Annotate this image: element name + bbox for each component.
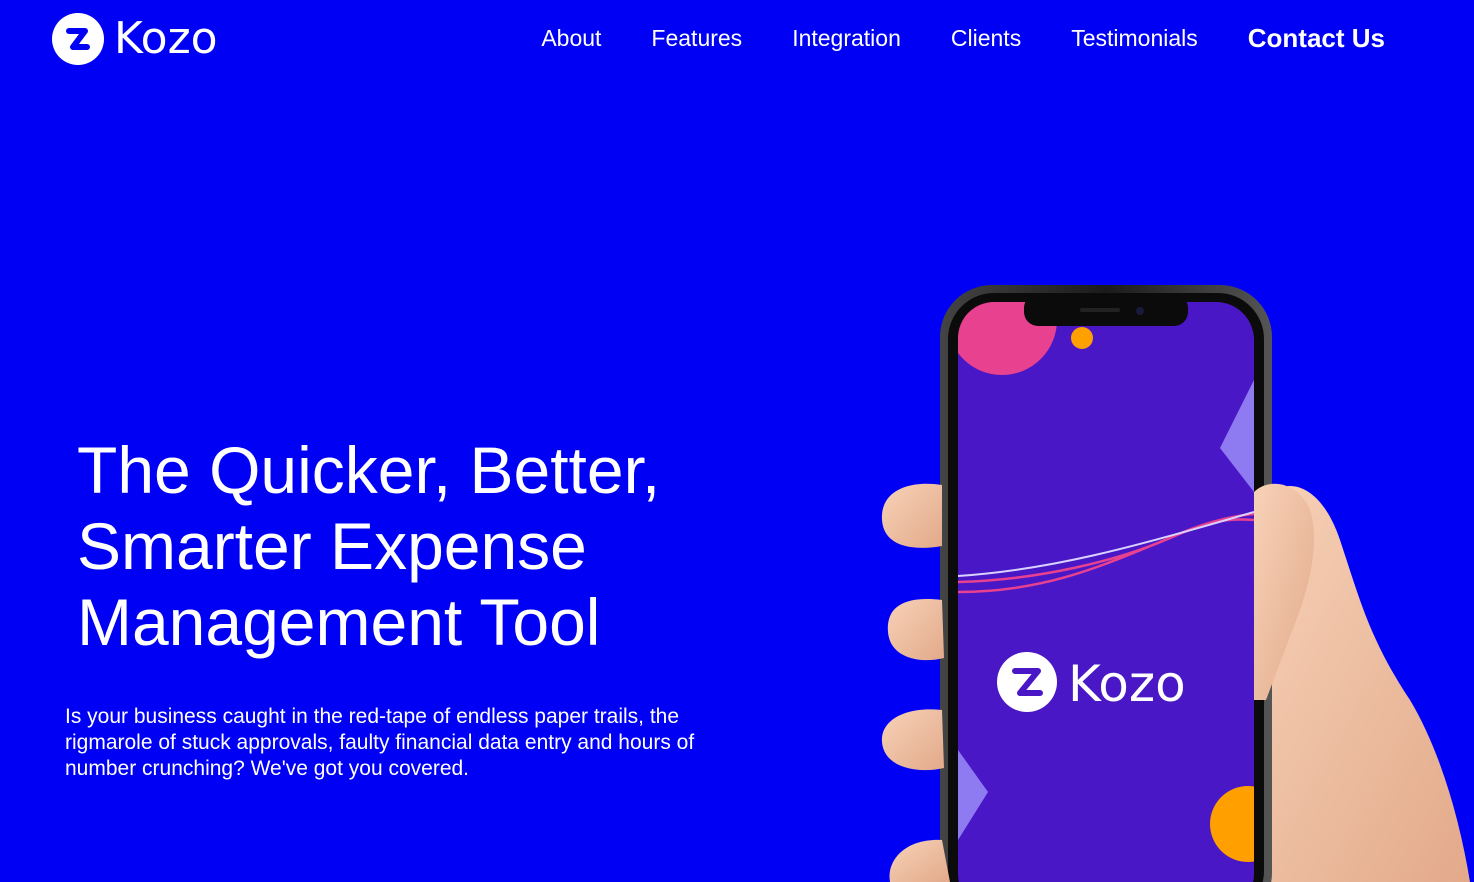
- landing-page: Kozo About Features Integration Clients …: [0, 0, 1474, 882]
- kozo-logo[interactable]: Kozo: [52, 13, 218, 65]
- nav-features[interactable]: Features: [651, 22, 742, 54]
- nav-clients[interactable]: Clients: [951, 22, 1021, 54]
- phone-in-hand-illustration: Kozo: [870, 280, 1474, 882]
- nav-about[interactable]: About: [541, 22, 601, 54]
- nav-integration[interactable]: Integration: [792, 22, 901, 54]
- phone-screen-brand: Kozo: [1068, 655, 1186, 713]
- logo-wordmark: Kozo: [114, 13, 218, 64]
- phone-screen-logo: Kozo: [997, 652, 1186, 713]
- nav-testimonials[interactable]: Testimonials: [1071, 22, 1198, 54]
- nav-contact-us[interactable]: Contact Us: [1248, 22, 1385, 54]
- kozo-logo-icon: [52, 13, 104, 65]
- hero-headline: The Quicker, Better, Smarter Expense Man…: [77, 433, 661, 659]
- main-nav: About Features Integration Clients Testi…: [541, 22, 1385, 54]
- hero-subtext: Is your business caught in the red-tape …: [65, 705, 695, 780]
